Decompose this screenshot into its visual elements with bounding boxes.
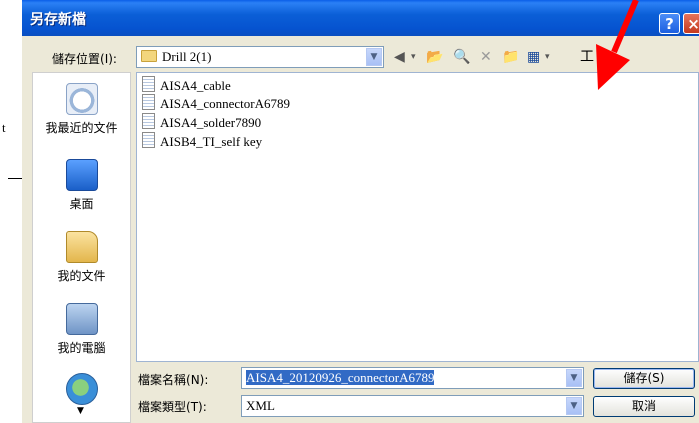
place-label: 我最近的文件	[45, 121, 118, 135]
background-text: t	[2, 120, 6, 135]
list-item[interactable]: AISA4_cable	[142, 76, 231, 94]
view-dropdown-icon[interactable]: ▾	[545, 47, 550, 67]
save-location-value: Drill 2(1)	[162, 49, 212, 64]
save-button[interactable]: 儲存(S)	[593, 368, 695, 389]
place-network[interactable]	[33, 373, 130, 405]
desktop-icon	[65, 159, 98, 191]
new-folder-icon[interactable]: 📁	[502, 47, 519, 67]
places-bar: 我最近的文件 桌面 我的文件 我的電腦 ▼	[32, 72, 131, 423]
filename-value: AISA4_20120926_connectorA6789	[246, 370, 435, 385]
tools-menu[interactable]: 工	[580, 47, 594, 67]
place-label: 我的電腦	[57, 341, 106, 355]
search-web-icon[interactable]: 🔍	[453, 47, 470, 67]
list-item[interactable]: AISB4_TI_self key	[142, 132, 262, 150]
dialog-title: 另存新檔	[30, 12, 86, 28]
recent-docs-icon	[65, 83, 98, 115]
save-as-dialog: 另存新檔 ? × 儲存位置(I): Drill 2(1) ▼ ◀ ▾ 📂 🔍 ✕…	[22, 0, 699, 423]
folder-icon	[141, 50, 157, 62]
save-location-dropdown[interactable]: Drill 2(1) ▼	[136, 46, 384, 68]
back-icon[interactable]: ◀	[394, 47, 405, 67]
chevron-down-icon[interactable]: ▼	[366, 48, 382, 66]
xml-file-icon	[142, 113, 155, 129]
delete-icon[interactable]: ✕	[480, 47, 492, 67]
cancel-button[interactable]: 取消	[593, 396, 695, 417]
my-documents-icon	[65, 231, 98, 263]
close-button[interactable]: ×	[683, 13, 699, 34]
chevron-down-icon[interactable]: ▼	[566, 397, 582, 415]
place-label: 桌面	[69, 197, 94, 211]
place-recent[interactable]: 我最近的文件	[33, 83, 130, 136]
xml-file-icon	[142, 132, 155, 148]
back-dropdown-icon[interactable]: ▾	[411, 47, 416, 67]
help-button[interactable]: ?	[659, 13, 680, 34]
chevron-down-icon[interactable]: ▼	[566, 369, 582, 387]
list-item[interactable]: AISA4_connectorA6789	[142, 94, 290, 112]
network-icon	[65, 373, 98, 405]
title-bar[interactable]: 另存新檔 ? ×	[22, 0, 699, 36]
xml-file-icon	[142, 76, 155, 92]
file-list[interactable]: AISA4_cable AISA4_connectorA6789 AISA4_s…	[136, 72, 699, 362]
place-my-computer[interactable]: 我的電腦	[33, 303, 130, 356]
up-folder-icon[interactable]: 📂	[426, 47, 443, 67]
background-document: t	[0, 0, 22, 423]
filetype-dropdown[interactable]: XML ▼	[241, 395, 584, 417]
filename-field[interactable]: AISA4_20120926_connectorA6789 ▼	[241, 367, 584, 389]
filename-label: 檔案名稱(N):	[138, 373, 209, 387]
list-item[interactable]: AISA4_solder7890	[142, 113, 261, 131]
filetype-value: XML	[246, 398, 275, 413]
save-location-label: 儲存位置(I):	[52, 52, 117, 66]
place-my-documents[interactable]: 我的文件	[33, 231, 130, 284]
xml-file-icon	[142, 94, 155, 110]
place-label: 我的文件	[57, 269, 106, 283]
filetype-label: 檔案類型(T):	[138, 400, 207, 414]
my-computer-icon	[65, 303, 98, 335]
scroll-down-icon[interactable]: ▼	[77, 406, 84, 416]
place-desktop[interactable]: 桌面	[33, 159, 130, 212]
view-menu-icon[interactable]: ▦	[527, 47, 540, 67]
background-rule	[8, 178, 22, 179]
